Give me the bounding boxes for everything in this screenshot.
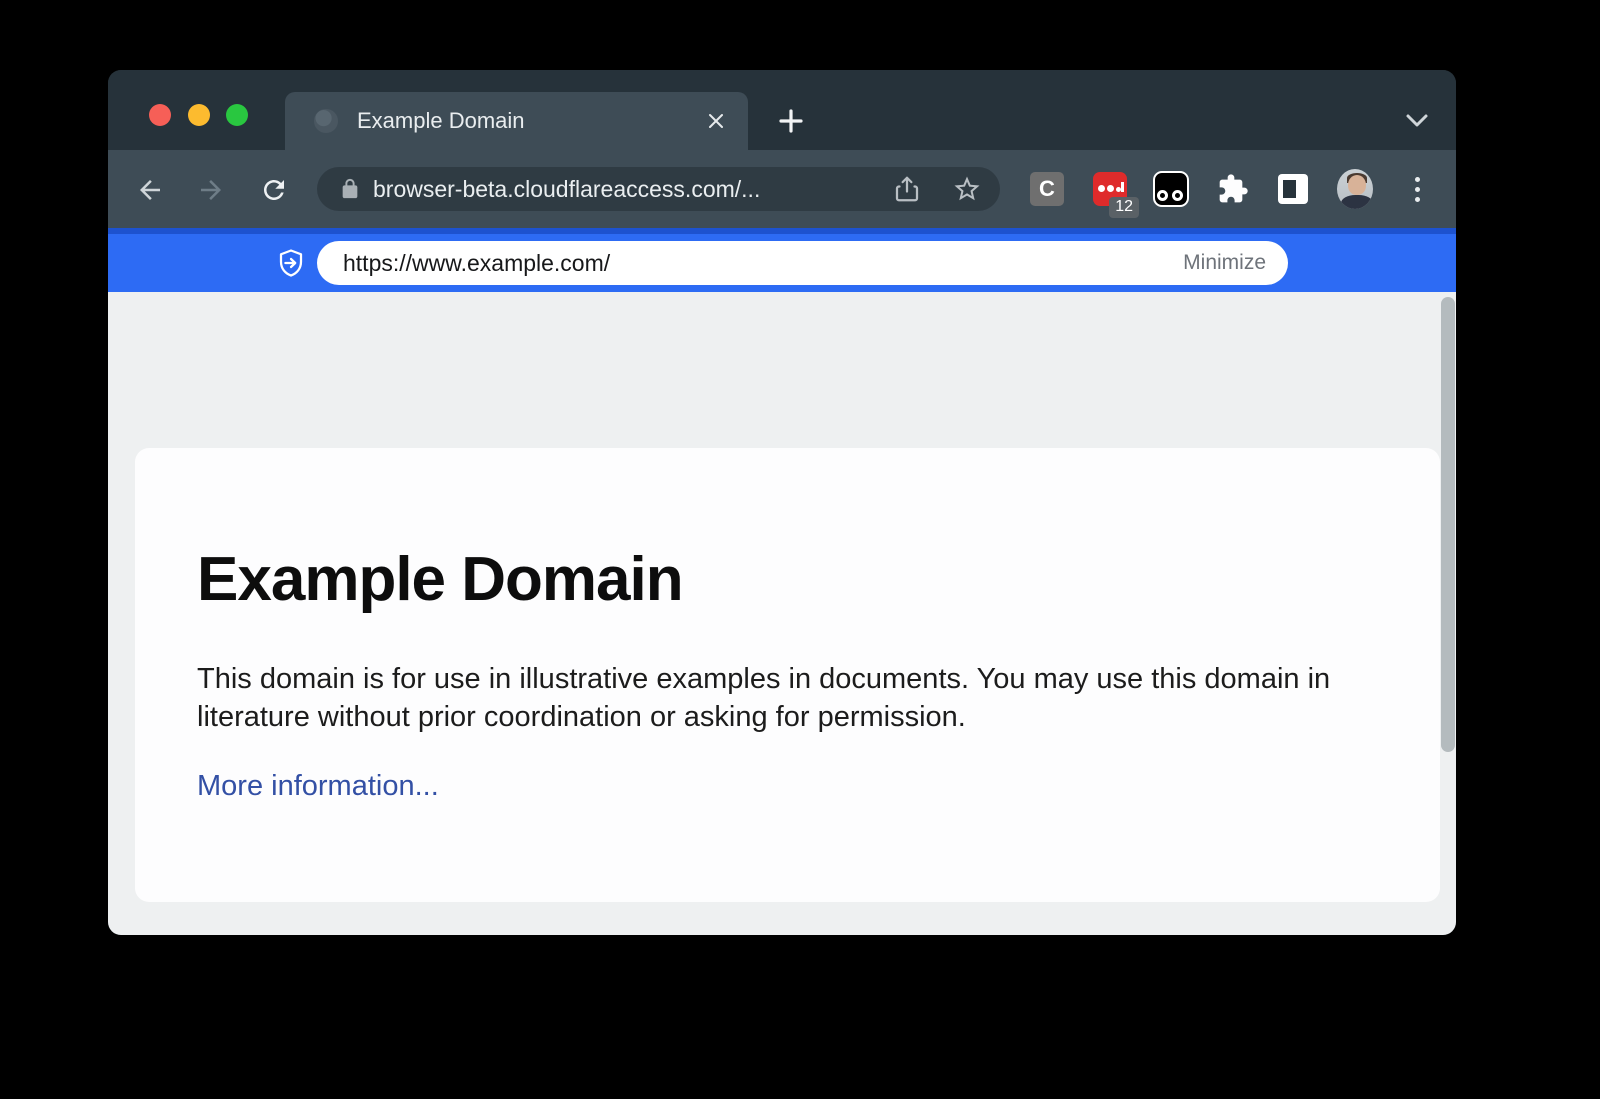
page-paragraph: This domain is for use in illustrative e… xyxy=(197,660,1357,736)
vertical-scrollbar[interactable] xyxy=(1441,297,1455,752)
browser-window: Example Domain xyxy=(108,70,1456,935)
extension-c-label: C xyxy=(1030,172,1064,206)
address-bar-url[interactable]: browser-beta.cloudflareaccess.com/... xyxy=(373,176,892,203)
lock-icon[interactable] xyxy=(339,178,361,200)
extension-badge: 12 xyxy=(1109,197,1139,218)
minimize-button[interactable]: Minimize xyxy=(1183,251,1266,275)
browser-toolbar: browser-beta.cloudflareaccess.com/... C xyxy=(108,150,1456,228)
close-icon[interactable] xyxy=(704,109,728,133)
active-tab[interactable]: Example Domain xyxy=(285,92,748,150)
page-viewport: Example Domain This domain is for use in… xyxy=(108,292,1456,935)
screenshot-canvas: Example Domain xyxy=(0,0,1600,1099)
reload-icon[interactable] xyxy=(258,174,290,206)
isolation-bar: https://www.example.com/ Minimize xyxy=(108,228,1456,292)
isolation-url-value[interactable]: https://www.example.com/ xyxy=(343,250,1183,277)
extensions-puzzle-icon[interactable] xyxy=(1215,171,1251,207)
goggles-icon xyxy=(1153,171,1189,207)
content-card: Example Domain This domain is for use in… xyxy=(135,448,1440,902)
macos-zoom-button[interactable] xyxy=(226,104,248,126)
isolation-url-field[interactable]: https://www.example.com/ Minimize xyxy=(317,241,1288,285)
forward-icon[interactable] xyxy=(195,174,227,206)
share-icon[interactable] xyxy=(892,174,922,204)
macos-minimize-button[interactable] xyxy=(188,104,210,126)
panel-icon xyxy=(1278,174,1308,204)
more-information-link[interactable]: More information... xyxy=(197,770,439,803)
extension-c-icon[interactable]: C xyxy=(1029,171,1065,207)
star-icon[interactable] xyxy=(952,174,982,204)
red-dots-icon: 12 xyxy=(1093,172,1127,206)
tab-strip: Example Domain xyxy=(108,70,1456,150)
tab-title: Example Domain xyxy=(357,92,525,150)
globe-placeholder-icon xyxy=(314,109,338,133)
extension-goggles-icon[interactable] xyxy=(1153,171,1189,207)
profile-avatar[interactable] xyxy=(1337,171,1373,207)
back-icon[interactable] xyxy=(134,174,166,206)
address-bar[interactable]: browser-beta.cloudflareaccess.com/... xyxy=(317,167,1000,211)
avatar xyxy=(1337,169,1373,209)
extension-red-dots-icon[interactable]: 12 xyxy=(1092,171,1128,207)
side-panel-icon[interactable] xyxy=(1275,171,1311,207)
plus-icon[interactable] xyxy=(776,106,806,136)
kebab-menu-icon[interactable] xyxy=(1399,171,1435,207)
macos-close-button[interactable] xyxy=(149,104,171,126)
page-title: Example Domain xyxy=(197,544,683,615)
shield-arrow-icon xyxy=(276,248,306,278)
chevron-down-icon[interactable] xyxy=(1402,108,1432,134)
